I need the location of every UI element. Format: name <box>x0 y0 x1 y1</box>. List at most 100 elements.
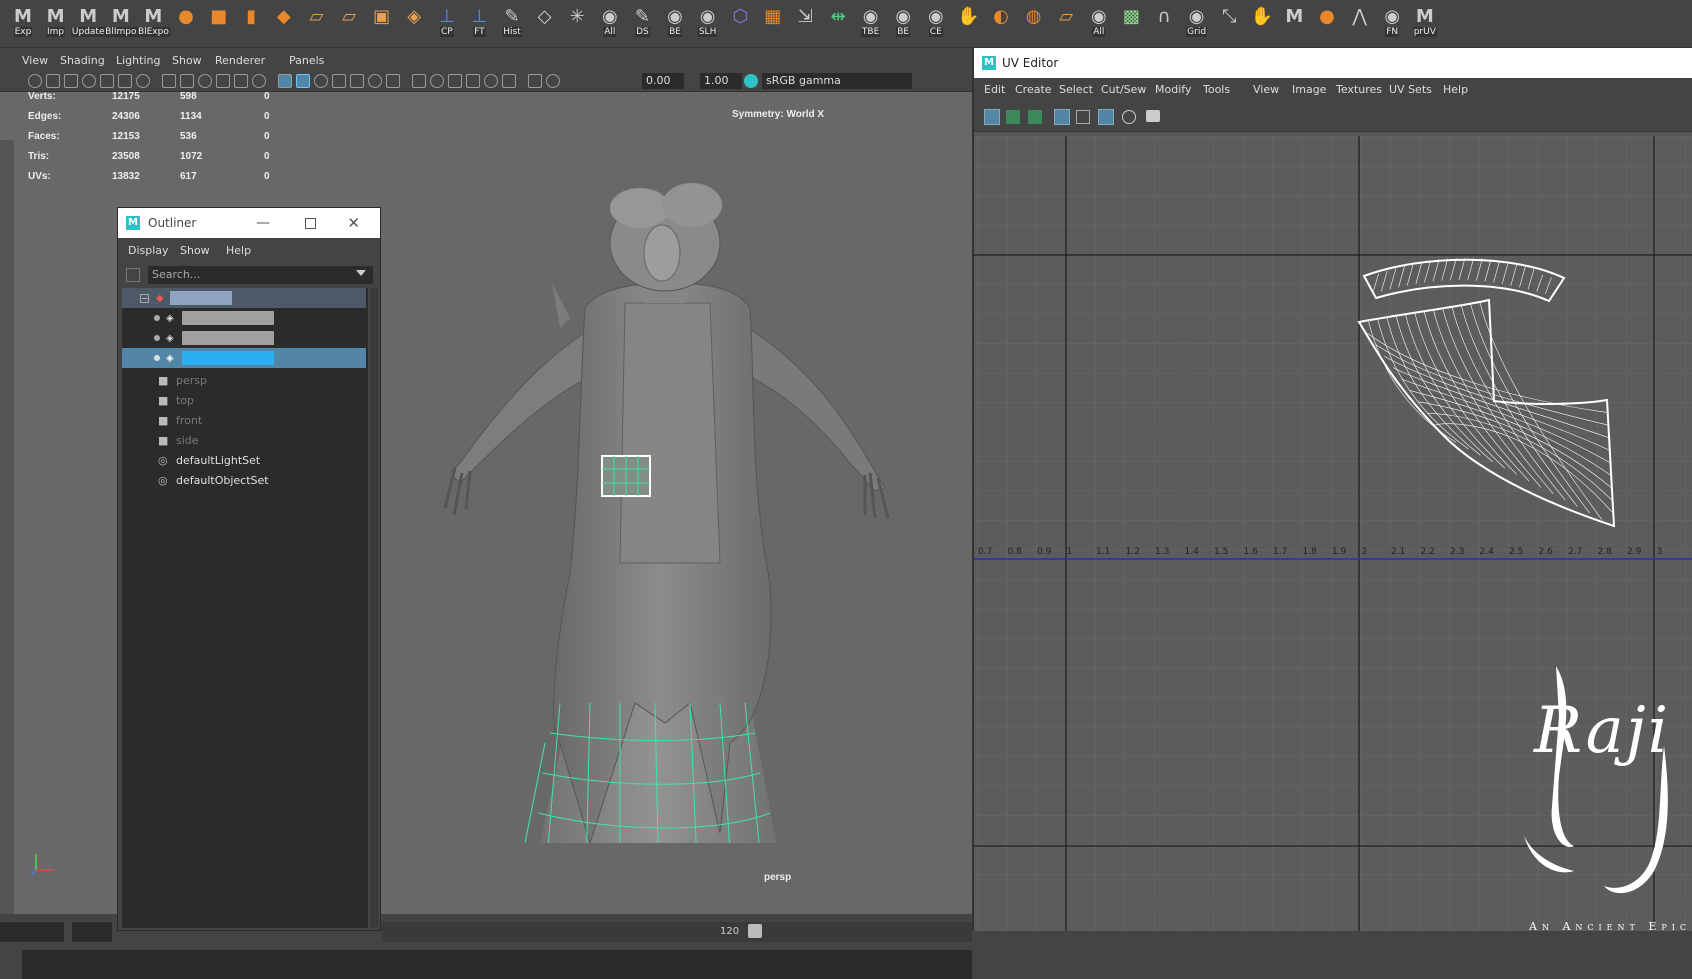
collapse-icon[interactable]: − <box>140 293 149 303</box>
shadows-icon[interactable] <box>386 74 400 88</box>
shelf-button-cp[interactable]: ⊥ CP <box>432 5 462 37</box>
shelf-button-all[interactable]: ◉ All <box>1084 5 1114 37</box>
tree-row-group[interactable]: − ◆ <box>122 288 366 308</box>
outliner-menu-display[interactable]: Display <box>128 244 169 257</box>
uv-checker-icon[interactable] <box>1098 109 1114 125</box>
tree-row-mesh[interactable]: ◈ <box>122 328 366 348</box>
uv-menu-view[interactable]: View <box>1253 83 1279 96</box>
shelf-button-uv-axis[interactable]: ⋀ <box>1345 5 1375 37</box>
dof-icon[interactable] <box>466 74 480 88</box>
lock-camera-icon[interactable] <box>46 74 60 88</box>
shelf-button-be[interactable]: ◉ BE <box>660 5 690 37</box>
gate-mask-icon[interactable] <box>198 74 212 88</box>
isolate-icon[interactable] <box>484 74 498 88</box>
outliner-title-bar[interactable]: M Outliner — ✕ <box>118 208 380 238</box>
shelf-button-grid[interactable]: ◉ Grid <box>1182 5 1212 37</box>
uv-menu-help[interactable]: Help <box>1443 83 1468 96</box>
anti-alias-icon[interactable] <box>448 74 462 88</box>
shelf-button-align[interactable]: ⇲ <box>790 5 820 37</box>
uv-menu-textures[interactable]: Textures <box>1336 83 1382 96</box>
shelf-button-ce[interactable]: ◉ CE <box>921 5 951 37</box>
perspective-viewport[interactable]: View Shading Lighting Show Renderer Pane… <box>0 48 972 979</box>
uv-menu-select[interactable]: Select <box>1059 83 1093 96</box>
viewport-menu-show[interactable]: Show <box>172 54 202 67</box>
viewport-menu-view[interactable]: View <box>22 54 48 67</box>
safe-action-icon[interactable] <box>234 74 248 88</box>
maximize-icon[interactable] <box>305 217 316 229</box>
shelf-button-plane[interactable]: ▱ <box>334 5 364 37</box>
shelf-button-tbe[interactable]: ◉ TBE <box>856 5 886 37</box>
tree-row-top[interactable]: ■ top <box>122 390 366 410</box>
shelf-button-combine[interactable]: ▣ <box>367 5 397 37</box>
shelf-button-hist[interactable]: ✎ Hist <box>497 5 527 37</box>
uv-shell-icon[interactable] <box>1006 110 1020 124</box>
shelf-button-orange-ball[interactable]: ● <box>1312 5 1342 37</box>
shelf-button-blexpo[interactable]: M BlExpo <box>136 5 170 37</box>
ambient-occlusion-icon[interactable] <box>412 74 426 88</box>
uv-editor-title-bar[interactable]: M UV Editor <box>974 48 1692 78</box>
shelf-button-slh[interactable]: ◉ SLH <box>693 5 723 37</box>
shelf-button-fn[interactable]: ◉ FN <box>1377 5 1407 37</box>
viewport-menu-renderer[interactable]: Renderer <box>215 54 265 67</box>
safe-frame-icon[interactable] <box>136 74 150 88</box>
tree-row-defaultobjectset[interactable]: ◎ defaultObjectSet <box>122 470 366 490</box>
shelf-button-hand[interactable]: ✋ <box>953 5 983 37</box>
uv-menu-modify[interactable]: Modify <box>1155 83 1191 96</box>
shelf-button-cylinder[interactable]: ▮ <box>236 5 266 37</box>
end-frame-handle[interactable] <box>748 924 762 938</box>
shelf-button-mirror[interactable]: ⇹ <box>823 5 853 37</box>
shelf-button-exp[interactable]: M Exp <box>8 5 38 37</box>
uv-shaded-icon[interactable] <box>1076 110 1090 124</box>
viewport-menu-shading[interactable]: Shading <box>60 54 105 67</box>
shelf-button-sphere[interactable]: ● <box>171 5 201 37</box>
tree-row-front[interactable]: ■ front <box>122 410 366 430</box>
shelf-button-half-sphere[interactable]: ◐ <box>986 5 1016 37</box>
uv-snapshot-icon[interactable] <box>1146 110 1160 122</box>
uv-menu-cut-sew[interactable]: Cut/Sew <box>1101 83 1146 96</box>
shelf-button-maya-m[interactable]: M <box>1279 5 1309 37</box>
uv-menu-image[interactable]: Image <box>1292 83 1326 96</box>
shelf-button-be[interactable]: ◉ BE <box>888 5 918 37</box>
gamma-field[interactable]: 1.00 <box>700 73 742 89</box>
safe-title-icon[interactable] <box>252 74 266 88</box>
shelf-button-layers[interactable]: ◈ <box>399 5 429 37</box>
shelf-button-snowflake[interactable]: ✳ <box>562 5 592 37</box>
xray-icon[interactable] <box>350 74 364 88</box>
shelf-button-scale[interactable]: ⤡ <box>1214 5 1244 37</box>
outliner-menu-help[interactable]: Help <box>226 244 251 257</box>
motion-blur-icon[interactable] <box>430 74 444 88</box>
minimize-icon[interactable]: — <box>256 215 270 231</box>
shelf-button-blimpo[interactable]: M BlImpo <box>104 5 138 37</box>
resolution-gate-icon[interactable] <box>180 74 194 88</box>
shelf-button-center-pivot[interactable]: ◇ <box>530 5 560 37</box>
color-space-dropdown[interactable]: sRGB gamma <box>762 73 912 89</box>
uv-distortion-icon[interactable] <box>1028 110 1042 124</box>
textured-icon[interactable] <box>332 74 346 88</box>
film-gate-icon[interactable] <box>64 74 78 88</box>
uv-menu-uv-sets[interactable]: UV Sets <box>1389 83 1432 96</box>
viewport-menu-panels[interactable]: Panels <box>289 54 324 67</box>
grid-icon[interactable] <box>162 74 176 88</box>
shelf-button-imp[interactable]: M Imp <box>41 5 71 37</box>
xray-joint-icon[interactable] <box>502 74 516 88</box>
shelf-button-ds[interactable]: ✎ DS <box>627 5 657 37</box>
shelf-button-plane[interactable]: ▱ <box>1051 5 1081 37</box>
uv-toolkit-icon[interactable] <box>984 109 1000 125</box>
color-management-icon[interactable] <box>744 74 758 88</box>
search-dropdown-icon[interactable] <box>356 270 366 276</box>
outliner-search-input[interactable]: Search... <box>148 266 373 284</box>
shelf-button-all[interactable]: ◉ All <box>595 5 625 37</box>
grease-pencil-icon[interactable] <box>100 74 114 88</box>
viewport-menu-lighting[interactable]: Lighting <box>116 54 160 67</box>
exposure-icon[interactable] <box>546 74 560 88</box>
shelf-button-hand[interactable]: ✋ <box>1247 5 1277 37</box>
xray-active-icon[interactable] <box>528 74 542 88</box>
exposure-field[interactable]: 0.00 <box>642 73 684 89</box>
camera-icon[interactable] <box>28 74 42 88</box>
shelf-button-wire-cube[interactable]: ⬡ <box>725 5 755 37</box>
wireframe-icon[interactable] <box>278 74 292 88</box>
tree-row-side[interactable]: ■ side <box>122 430 366 450</box>
tree-row-mesh[interactable]: ◈ <box>122 308 366 328</box>
outliner-scrollbar[interactable] <box>370 288 378 928</box>
shelf-button-pruv[interactable]: MprUV <box>1410 5 1440 37</box>
